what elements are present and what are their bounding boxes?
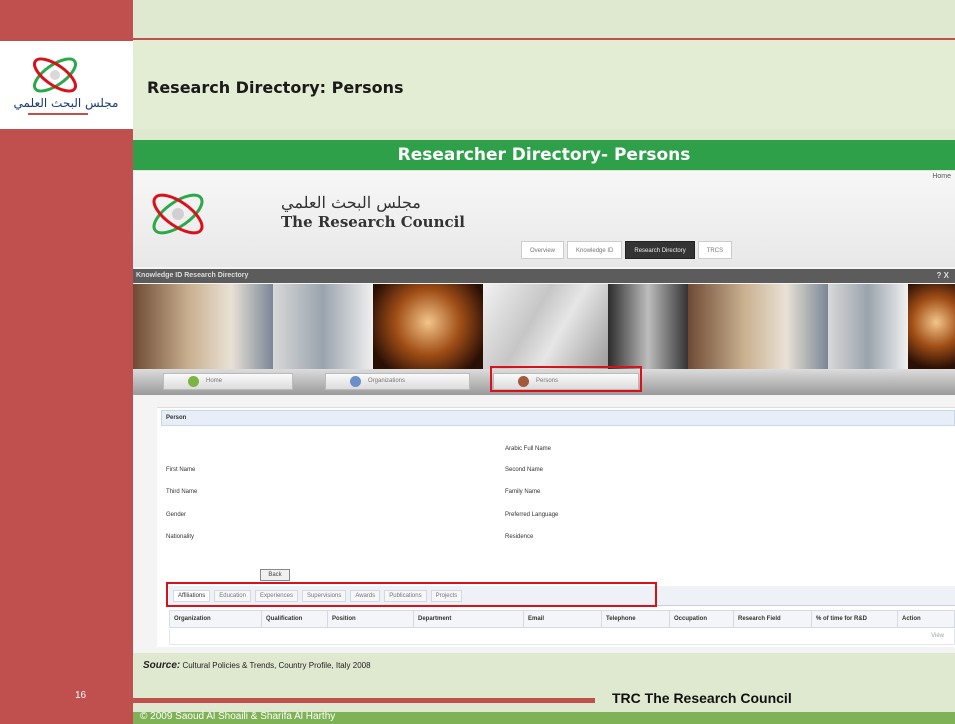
source-citation: Source: Cultural Policies & Trends, Coun… <box>143 660 371 671</box>
col-research-field[interactable]: Research Field <box>734 611 812 627</box>
affiliations-grid-header: Organization Qualification Position Depa… <box>169 610 955 628</box>
banner-photo-lab <box>133 284 273 369</box>
source-text: Cultural Policies & Trends, Country Prof… <box>182 661 371 670</box>
label-preferred-language: Preferred Language <box>505 512 559 518</box>
col-position[interactable]: Position <box>328 611 414 627</box>
photo-banner <box>133 284 955 369</box>
directory-title: Knowledge ID Research Directory <box>136 272 249 279</box>
svg-text:مجلس البحث العلمي: مجلس البحث العلمي <box>14 96 119 111</box>
col-time-for-rd[interactable]: % of time for R&D <box>812 611 898 627</box>
menu-organizations-label: Organizations <box>368 378 406 384</box>
footer-divider <box>133 698 595 703</box>
footer-brand: TRC The Research Council <box>612 690 792 706</box>
label-first-name: First Name <box>166 467 196 473</box>
label-nationality: Nationality <box>166 534 195 540</box>
slide-top-strip <box>133 0 955 38</box>
copyright-text: © 2009 Saoud Al Shoaili & Sharifa Al Har… <box>140 711 336 722</box>
col-email[interactable]: Email <box>524 611 602 627</box>
label-second-name: Second Name <box>505 467 544 473</box>
section-header: Researcher Directory- Persons <box>133 140 955 170</box>
col-qualification[interactable]: Qualification <box>262 611 328 627</box>
banner-photo-notes <box>483 284 608 369</box>
label-family-name: Family Name <box>505 489 541 495</box>
banner-photo-flame-2 <box>908 284 955 369</box>
banner-photo-flame <box>373 284 483 369</box>
banner-photo-researcher-2 <box>828 284 908 369</box>
person-form: Person Arabic Full Name First Name Secon… <box>157 407 955 647</box>
research-council-logo-icon <box>152 193 204 235</box>
trc-slide-logo: مجلس البحث العلمي <box>0 41 133 129</box>
organizations-icon <box>350 376 361 387</box>
banner-photo-researcher <box>273 284 373 369</box>
app-header: Home مجلس البحث العلمي The Research Coun… <box>133 171 955 267</box>
label-residence: Residence <box>505 534 534 540</box>
subtabs-highlight-box <box>166 582 657 607</box>
home-icon <box>188 376 199 387</box>
nav-tab-overview[interactable]: Overview <box>521 241 565 259</box>
col-telephone[interactable]: Telephone <box>602 611 670 627</box>
menu-home-label: Home <box>206 378 223 384</box>
label-third-name: Third Name <box>166 489 198 495</box>
label-gender: Gender <box>166 512 187 518</box>
col-occupation[interactable]: Occupation <box>670 611 734 627</box>
window-controls-icon[interactable]: ? X <box>937 269 949 283</box>
nav-tab-trcs[interactable]: TRCS <box>697 241 733 259</box>
home-link[interactable]: Home <box>932 173 951 180</box>
org-name: The Research Council <box>281 213 465 231</box>
main-nav: Overview Knowledge ID Research Directory… <box>521 241 733 259</box>
page-number: 16 <box>75 690 87 701</box>
org-name-arabic: مجلس البحث العلمي <box>281 193 421 212</box>
col-action: Action <box>902 616 921 622</box>
slide-title: Research Directory: Persons <box>147 78 404 97</box>
col-department[interactable]: Department <box>414 611 524 627</box>
view-link[interactable]: View <box>931 633 944 639</box>
label-arabic-full-name: Arabic Full Name <box>505 446 552 452</box>
col-organization[interactable]: Organization <box>170 611 262 627</box>
persons-highlight-box <box>490 366 642 392</box>
form-section-title: Person <box>161 410 955 426</box>
source-label: Source: <box>143 660 181 671</box>
back-button[interactable]: Back <box>260 569 290 581</box>
nav-tab-knowledge-id[interactable]: Knowledge ID <box>567 241 623 259</box>
banner-photo-lab-2 <box>688 284 828 369</box>
directory-title-bar: Knowledge ID Research Directory ? X <box>133 269 955 283</box>
menu-organizations[interactable]: Organizations <box>325 373 470 390</box>
app-screenshot: Home مجلس البحث العلمي The Research Coun… <box>133 171 955 653</box>
trc-logo-icon: مجلس البحث العلمي <box>14 57 119 115</box>
banner-photo-hands <box>608 284 688 369</box>
nav-tab-research-directory[interactable]: Research Directory <box>625 241 695 259</box>
menu-home[interactable]: Home <box>163 373 293 390</box>
table-row: View <box>169 629 955 645</box>
